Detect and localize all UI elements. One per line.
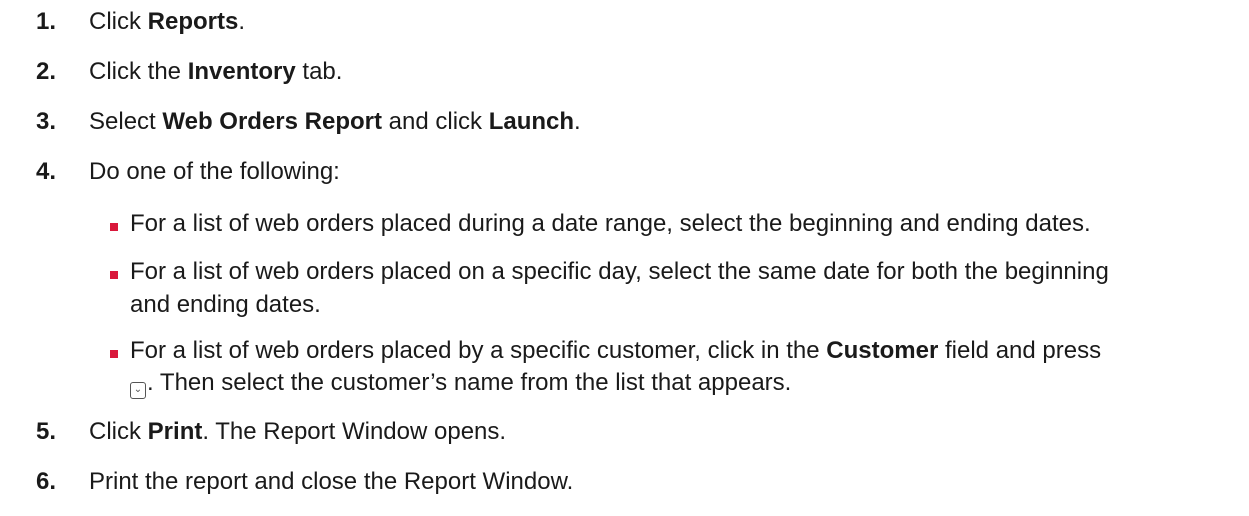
step-5: 5. Click Print. The Report Window opens.	[36, 418, 506, 446]
bullet-square-icon	[110, 223, 118, 231]
step-3: 3. Select Web Orders Report and click La…	[36, 108, 581, 136]
lookup-key-icon: ⌄	[130, 382, 146, 399]
bullet-text-continued: ⌄. Then select the customer’s name from …	[130, 369, 791, 399]
step-1: 1. Click Reports.	[36, 8, 245, 36]
step-number: 3.	[36, 108, 57, 135]
step-number: 6.	[36, 468, 57, 495]
bullet-text: For a list of web orders placed by a spe…	[130, 337, 1102, 364]
step-number: 4.	[36, 158, 57, 185]
step-text: Do one of the following:	[89, 158, 340, 185]
step-6: 6. Print the report and close the Report…	[36, 468, 573, 496]
bullet-text: For a list of web orders placed during a…	[130, 210, 1091, 237]
bullet-text-continued: and ending dates.	[130, 291, 321, 318]
step-2: 2. Click the Inventory tab.	[36, 58, 342, 86]
bullet-square-icon	[110, 271, 118, 279]
step-text: Select Web Orders Report and click Launc…	[89, 108, 581, 135]
step-4: 4. Do one of the following:	[36, 158, 340, 186]
bullet-square-icon	[110, 350, 118, 358]
step-text: Click Reports.	[89, 8, 246, 35]
step-text: Click Print. The Report Window opens.	[89, 418, 507, 445]
step-number: 1.	[36, 8, 57, 35]
bullet-text: For a list of web orders placed on a spe…	[130, 258, 1109, 285]
step-number: 5.	[36, 418, 57, 445]
step-number: 2.	[36, 58, 57, 85]
step-text: Print the report and close the Report Wi…	[89, 468, 574, 495]
step-text: Click the Inventory tab.	[89, 58, 343, 85]
